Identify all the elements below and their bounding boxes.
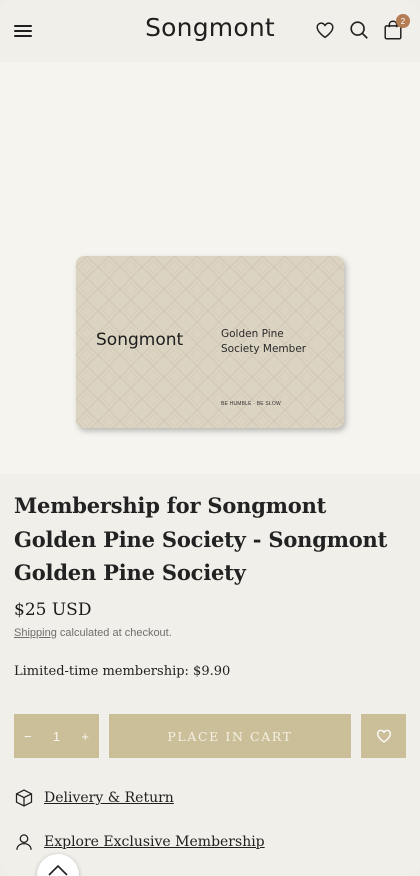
product-price: $25 USD — [14, 599, 92, 620]
product-image-area: Songmont Golden Pine Society Member BE H… — [0, 62, 420, 474]
card-brand: Songmont — [96, 330, 184, 350]
header-actions: 2 — [314, 14, 410, 41]
heart-icon — [376, 729, 391, 743]
cart-count-badge: 2 — [396, 14, 410, 28]
quantity-value[interactable]: 1 — [53, 729, 60, 744]
card-tier: Golden Pine Society Member — [221, 328, 307, 355]
top-header: Songmont 2 — [0, 0, 420, 62]
increment-button[interactable]: + — [81, 729, 89, 744]
chevron-up-icon — [48, 864, 68, 876]
shipping-link[interactable]: Shipping — [14, 627, 57, 639]
decrement-button[interactable]: − — [24, 729, 32, 744]
user-icon — [16, 834, 32, 850]
membership-card-image: Songmont Golden Pine Society Member BE H… — [76, 256, 344, 428]
delivery-return-label: Delivery & Return — [44, 790, 174, 806]
box-icon — [15, 789, 33, 807]
heart-icon[interactable] — [314, 19, 336, 41]
cart-controls: − 1 + PLACE IN CART — [14, 714, 406, 758]
shipping-note: Shipping calculated at checkout. — [14, 627, 406, 639]
wishlist-button[interactable] — [361, 714, 406, 758]
quantity-stepper: − 1 + — [14, 714, 99, 758]
membership-price-line: Limited-time membership: $9.90 — [14, 663, 231, 679]
card-motto: BE HUMBLE · BE SLOW — [221, 401, 281, 407]
place-in-cart-button[interactable]: PLACE IN CART — [109, 714, 351, 758]
cart-button[interactable]: 2 — [382, 14, 410, 41]
brand-logo[interactable]: Songmont — [145, 13, 275, 42]
exclusive-membership-link[interactable]: Explore Exclusive Membership — [14, 832, 265, 852]
exclusive-membership-label: Explore Exclusive Membership — [44, 834, 265, 850]
shipping-note-text: calculated at checkout. — [56, 626, 172, 639]
menu-icon[interactable] — [14, 24, 34, 38]
product-title: Membership for Songmont Golden Pine Soci… — [14, 493, 388, 585]
product-info: Membership for Songmont Golden Pine Soci… — [0, 474, 420, 876]
search-icon[interactable] — [348, 19, 370, 41]
page: Songmont 2 Songmont Golden Pine Society … — [0, 0, 420, 876]
delivery-return-link[interactable]: Delivery & Return — [14, 788, 174, 808]
